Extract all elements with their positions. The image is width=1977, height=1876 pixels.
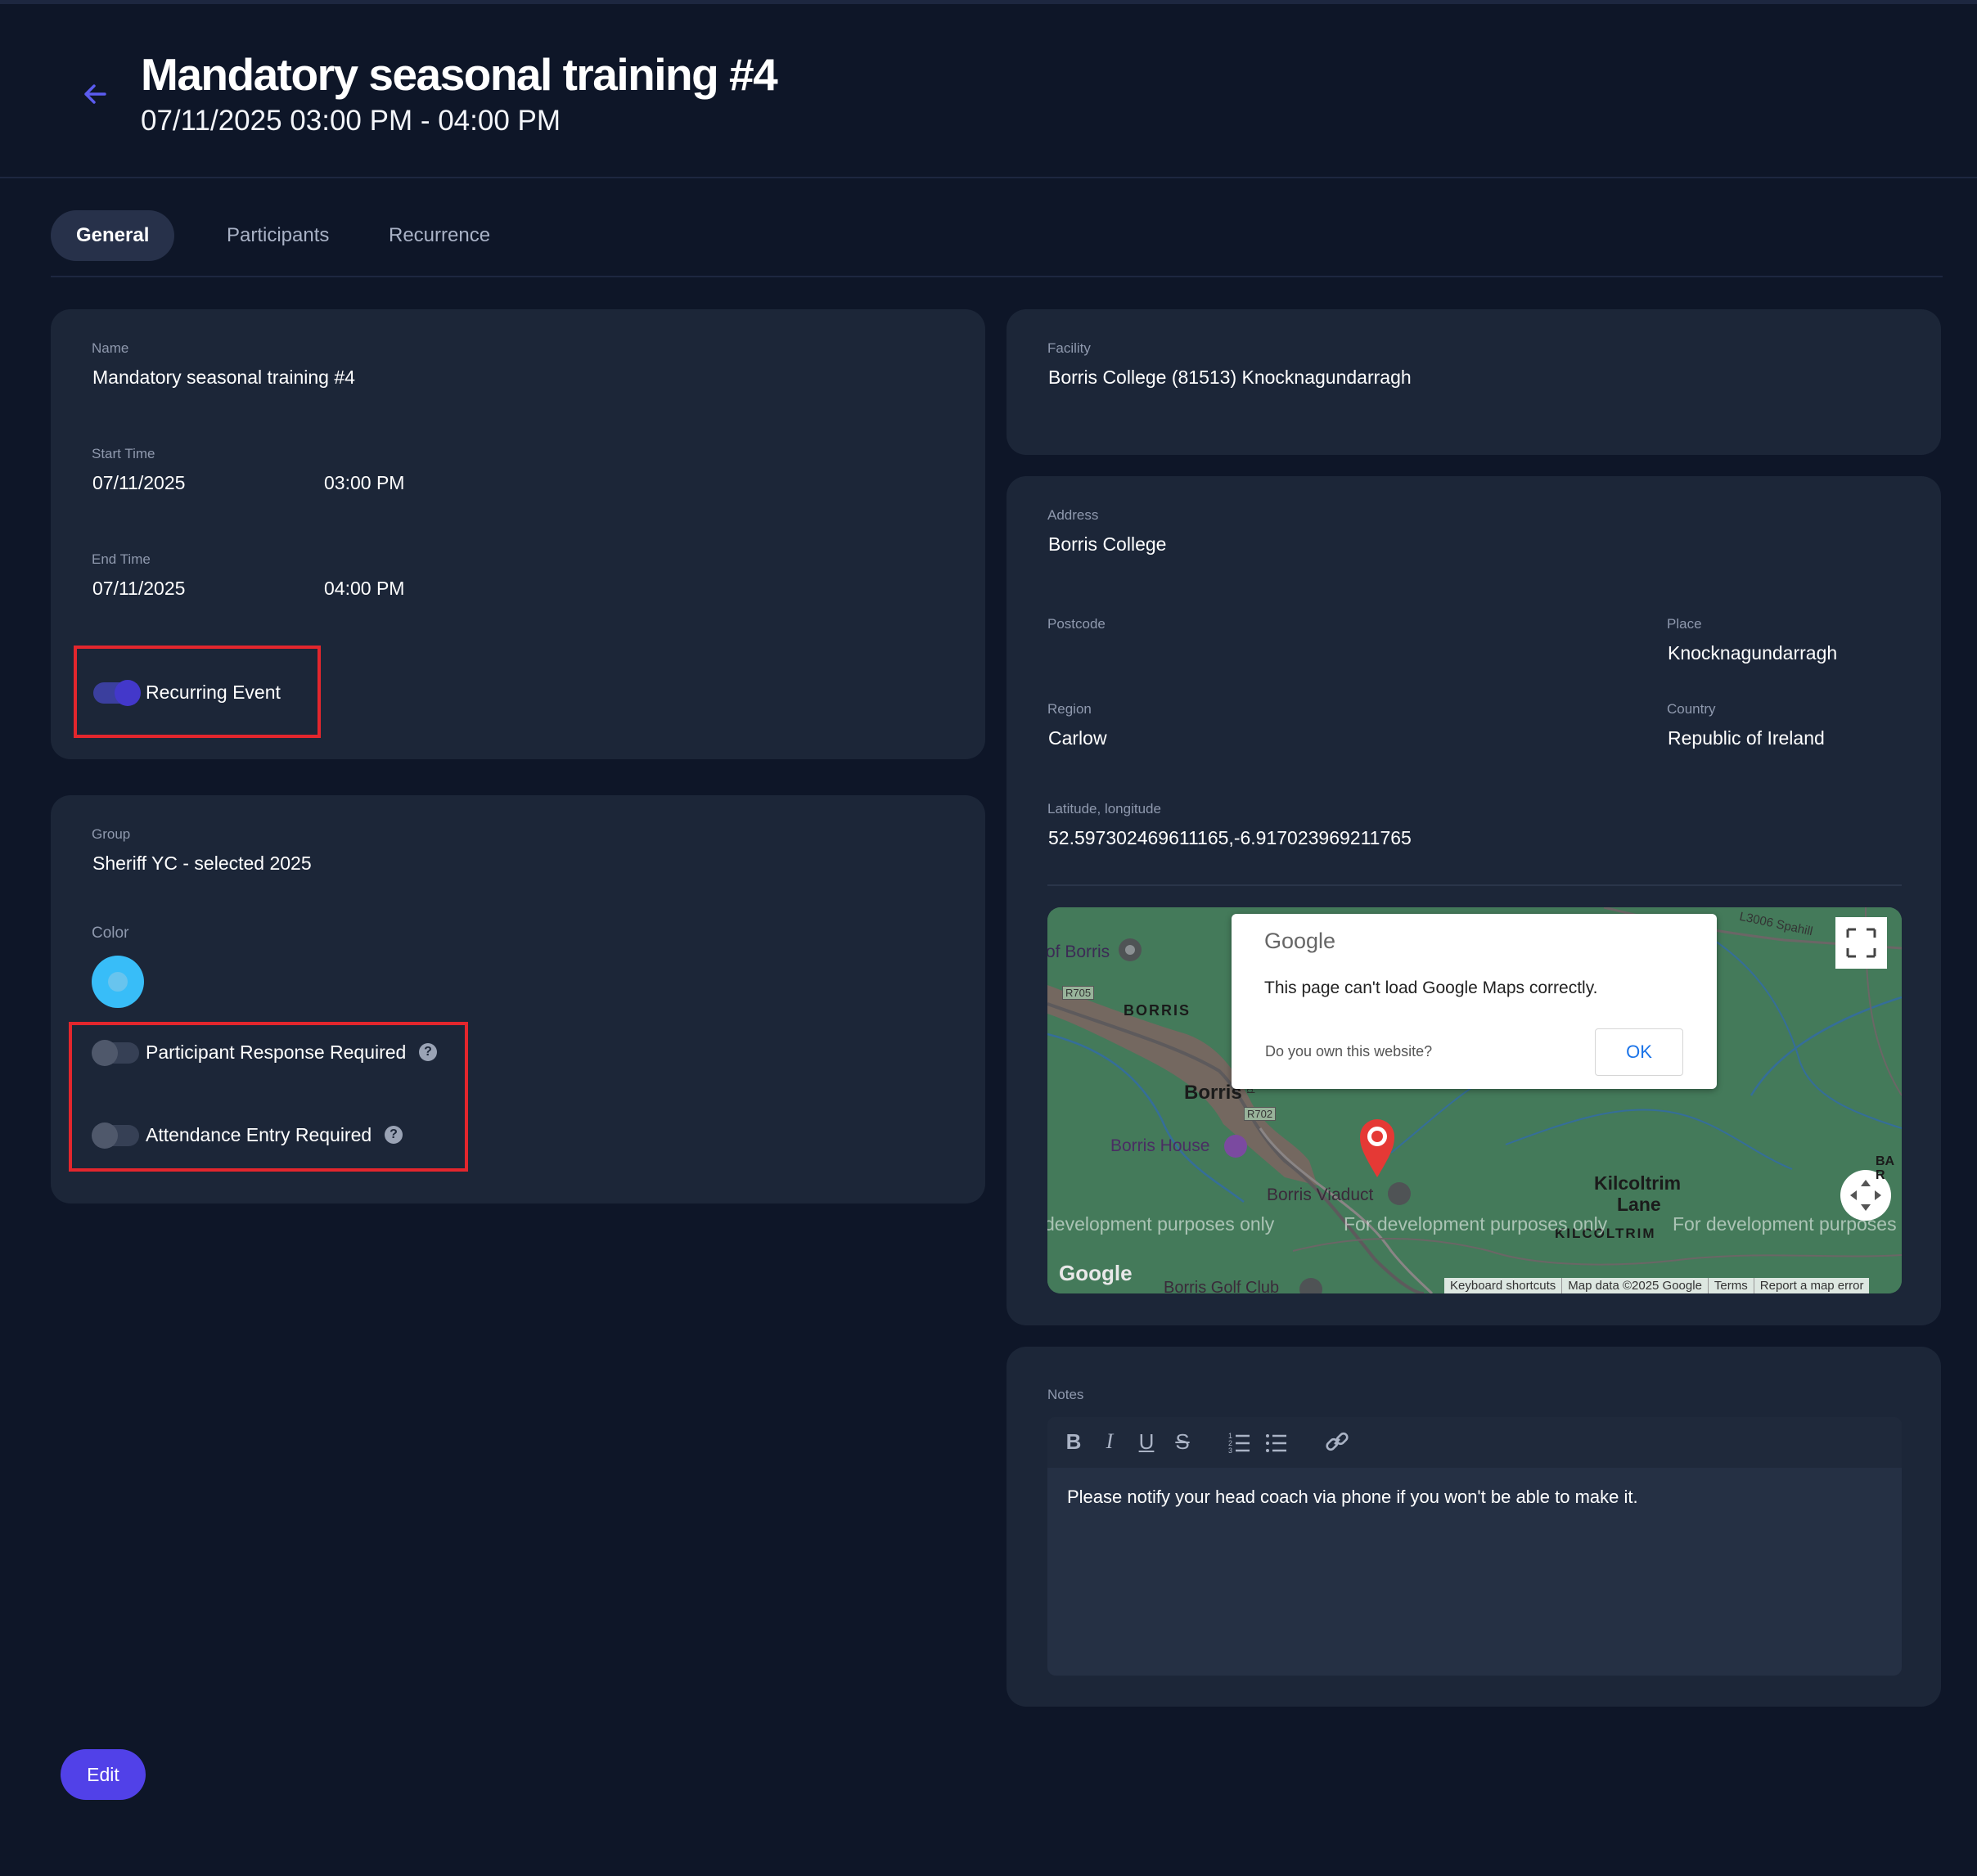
page-subtitle: 07/11/2025 03:00 PM - 04:00 PM — [141, 105, 561, 137]
editor-toolbar: B I U S 1 2 3 — [1047, 1417, 1902, 1468]
strikethrough-icon[interactable]: S — [1168, 1427, 1197, 1456]
start-time-label: Start Time — [92, 446, 155, 461]
end-time-label: End Time — [92, 551, 151, 567]
color-swatch[interactable] — [92, 956, 144, 1008]
map-label-borris-golf: Borris Golf Club — [1164, 1279, 1280, 1293]
page-header: Mandatory seasonal training #4 07/11/202… — [0, 4, 1977, 178]
page-title: Mandatory seasonal training #4 — [141, 49, 778, 100]
dialog-google-logo: Google — [1264, 929, 1336, 953]
map-road-r705: R705 — [1062, 986, 1095, 1000]
start-time-value: 03:00 PM — [324, 472, 405, 493]
highlight-requirements-box — [69, 1022, 468, 1172]
map-label-borris-house: Borris House — [1110, 1136, 1210, 1155]
google-map-logo: Google — [1059, 1261, 1133, 1285]
postcode-label: Postcode — [1047, 616, 1106, 632]
bullet-list-icon[interactable] — [1261, 1427, 1290, 1456]
bold-icon[interactable]: B — [1059, 1427, 1088, 1456]
link-icon[interactable] — [1322, 1427, 1352, 1456]
place-label: Place — [1667, 616, 1702, 632]
dialog-question[interactable]: Do you own this website? — [1265, 1043, 1432, 1060]
map-error-dialog: Google This page can't load Google Maps … — [1232, 914, 1717, 1089]
place-value: Knocknagundarragh — [1668, 642, 1838, 664]
map-label-borris-caps: BORRIS — [1124, 1002, 1191, 1019]
facility-value: Borris College (81513) Knocknagundarragh — [1048, 367, 1412, 388]
group-value: Sheriff YC - selected 2025 — [92, 853, 312, 874]
edit-button[interactable]: Edit — [61, 1749, 146, 1800]
region-value: Carlow — [1048, 727, 1107, 749]
map-road-r702: R702 — [1244, 1107, 1277, 1121]
keyboard-shortcuts-link[interactable]: Keyboard shortcuts — [1444, 1278, 1561, 1293]
map-label-kilcoltrim: Kilcoltrim — [1594, 1172, 1682, 1194]
facility-label: Facility — [1047, 340, 1091, 356]
group-label: Group — [92, 826, 131, 842]
ordered-list-icon[interactable]: 1 2 3 — [1224, 1427, 1254, 1456]
address-label: Address — [1047, 507, 1099, 523]
notes-content[interactable]: Please notify your head coach via phone … — [1067, 1487, 1638, 1508]
tab-bar: General Participants Recurrence — [51, 210, 1943, 277]
country-value: Republic of Ireland — [1668, 727, 1825, 749]
start-date-value: 07/11/2025 — [92, 472, 186, 493]
latlng-value: 52.597302469611165,-6.917023969211765 — [1048, 827, 1412, 848]
underline-icon[interactable]: U — [1132, 1427, 1161, 1456]
map-data-text: Map data ©2025 Google — [1561, 1278, 1708, 1293]
svg-text:3: 3 — [1228, 1446, 1232, 1455]
map-label-borris-viaduct: Borris Viaduct — [1267, 1185, 1374, 1204]
map-label-lane: Lane — [1617, 1194, 1661, 1215]
notes-label: Notes — [1047, 1387, 1084, 1402]
color-label: Color — [92, 925, 129, 942]
address-divider — [1047, 884, 1902, 886]
dialog-ok-button[interactable]: OK — [1595, 1028, 1683, 1076]
camera-control-icon[interactable] — [1840, 1170, 1891, 1221]
map-watermark-2: For development purposes only — [1344, 1213, 1608, 1235]
country-label: Country — [1667, 701, 1716, 717]
notes-editor[interactable]: B I U S 1 2 3 Please notify your head co… — [1047, 1417, 1902, 1676]
name-value: Mandatory seasonal training #4 — [92, 367, 355, 388]
tab-recurrence[interactable]: Recurrence — [363, 210, 516, 261]
address-value: Borris College — [1048, 533, 1167, 555]
facility-card: Facility Borris College (81513) Knocknag… — [1007, 309, 1941, 455]
map-attribution: Keyboard shortcuts Map data ©2025 Google… — [1444, 1278, 1870, 1293]
region-label: Region — [1047, 701, 1092, 717]
back-arrow-icon[interactable] — [80, 79, 110, 109]
map-watermark-1: development purposes only — [1047, 1213, 1275, 1235]
highlight-recurring-box — [74, 646, 321, 738]
fullscreen-icon[interactable] — [1835, 917, 1887, 969]
terms-link[interactable]: Terms — [1707, 1278, 1754, 1293]
map-label-of-borris: of Borris — [1047, 942, 1110, 961]
tab-general[interactable]: General — [51, 210, 175, 261]
dialog-message: This page can't load Google Maps correct… — [1264, 978, 1598, 997]
latlng-label: Latitude, longitude — [1047, 801, 1161, 817]
map-view[interactable]: of Borris R705 BORRIS Borris Rd R702 Bor… — [1047, 907, 1902, 1293]
end-date-value: 07/11/2025 — [92, 578, 186, 599]
tab-participants[interactable]: Participants — [201, 210, 354, 261]
report-map-error-link[interactable]: Report a map error — [1753, 1278, 1870, 1293]
italic-icon[interactable]: I — [1095, 1427, 1124, 1456]
name-label: Name — [92, 340, 129, 356]
end-time-value: 04:00 PM — [324, 578, 405, 599]
